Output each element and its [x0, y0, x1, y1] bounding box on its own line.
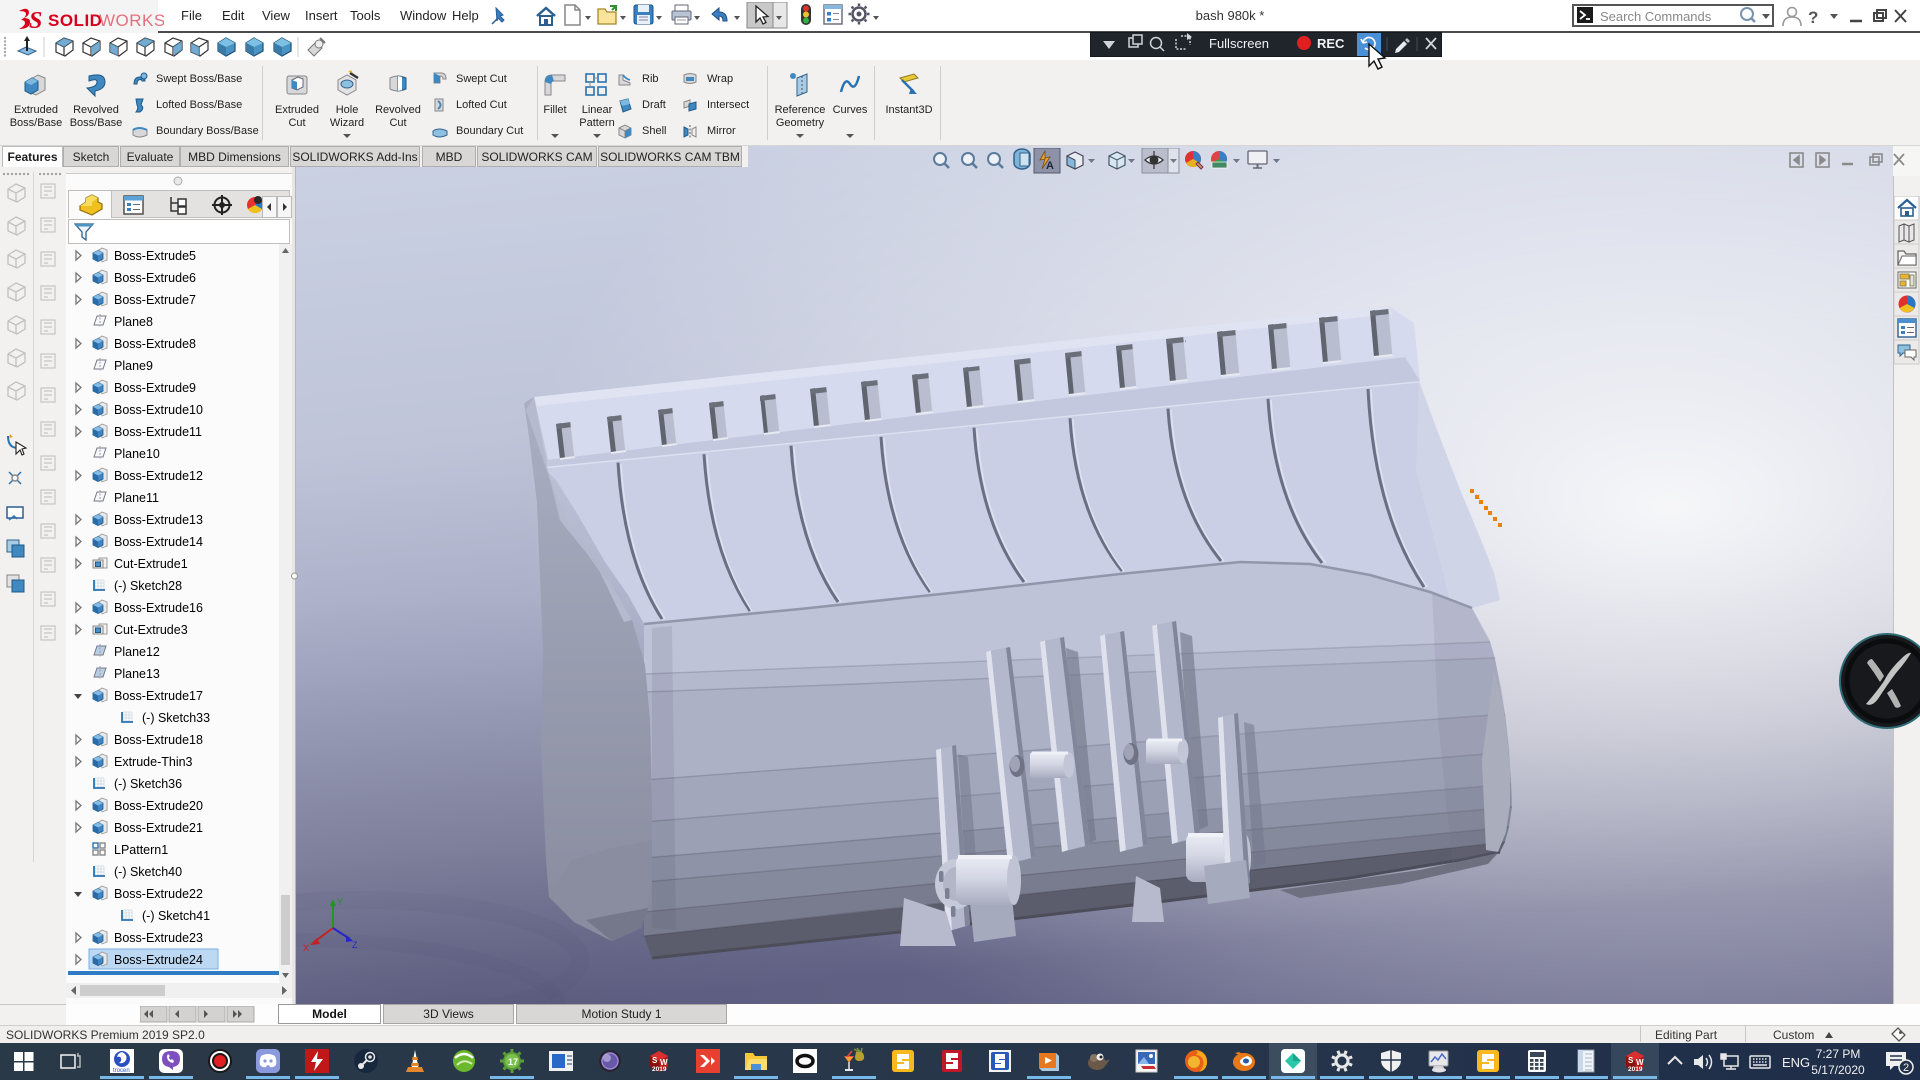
svg-text:Boss-Extrude8: Boss-Extrude8	[114, 337, 196, 351]
svg-text:Boss-Extrude24: Boss-Extrude24	[114, 953, 203, 967]
svg-text:Boss-Extrude20: Boss-Extrude20	[114, 799, 203, 813]
svg-text:2: 2	[1903, 1062, 1909, 1074]
svg-text:Cut-Extrude1: Cut-Extrude1	[114, 557, 188, 571]
svg-text:2019: 2019	[1628, 1066, 1643, 1073]
svg-text:Boss-Extrude21: Boss-Extrude21	[114, 821, 203, 835]
svg-text:(-) Sketch28: (-) Sketch28	[114, 579, 182, 593]
svg-text:Plane8: Plane8	[114, 315, 153, 329]
svg-text:Fullscreen: Fullscreen	[1209, 36, 1269, 51]
svg-text:17: 17	[508, 1057, 518, 1067]
svg-text:(-) Sketch36: (-) Sketch36	[114, 777, 182, 791]
svg-text:(-) Sketch41: (-) Sketch41	[142, 909, 210, 923]
svg-text:A: A	[1046, 160, 1054, 172]
svg-text:Boss-Extrude11: Boss-Extrude11	[114, 425, 202, 439]
svg-text:Cut-Extrude3: Cut-Extrude3	[114, 623, 188, 637]
svg-text:2019: 2019	[652, 1066, 667, 1073]
svg-text:WORKS: WORKS	[99, 11, 164, 30]
svg-text:Plane10: Plane10	[114, 447, 160, 461]
svg-text:Plane13: Plane13	[114, 667, 160, 681]
svg-text:Extrude-Thin3: Extrude-Thin3	[114, 755, 193, 769]
svg-text:S: S	[1628, 1056, 1634, 1065]
svg-text:Boss-Extrude16: Boss-Extrude16	[114, 601, 203, 615]
svg-text:REC: REC	[1317, 36, 1345, 51]
svg-text:Boss-Extrude23: Boss-Extrude23	[114, 931, 203, 945]
svg-text:trocen: trocen	[113, 1068, 130, 1074]
svg-text:LPattern1: LPattern1	[114, 843, 168, 857]
svg-text:(-) Sketch40: (-) Sketch40	[114, 865, 182, 879]
svg-text:Boss-Extrude22: Boss-Extrude22	[114, 887, 203, 901]
svg-text:S: S	[652, 1056, 658, 1065]
svg-text:Plane12: Plane12	[114, 645, 160, 659]
svg-text:Boss-Extrude9: Boss-Extrude9	[114, 381, 196, 395]
svg-text:Plane9: Plane9	[114, 359, 153, 373]
svg-text:S: S	[29, 8, 42, 32]
svg-text:SOLID: SOLID	[48, 11, 102, 30]
svg-text:Boss-Extrude13: Boss-Extrude13	[114, 513, 203, 527]
svg-text:Boss-Extrude14: Boss-Extrude14	[114, 535, 203, 549]
svg-text:x: x	[1476, 492, 1480, 501]
svg-text:?: ?	[1808, 8, 1818, 27]
svg-text:Boss-Extrude12: Boss-Extrude12	[114, 469, 203, 483]
svg-text:Boss-Extrude7: Boss-Extrude7	[114, 293, 196, 307]
svg-text:Boss-Extrude18: Boss-Extrude18	[114, 733, 203, 747]
svg-text:Boss-Extrude10: Boss-Extrude10	[114, 403, 203, 417]
svg-text:Boss-Extrude17: Boss-Extrude17	[114, 689, 203, 703]
svg-text:Boss-Extrude6: Boss-Extrude6	[114, 271, 196, 285]
svg-text:(-) Sketch33: (-) Sketch33	[142, 711, 210, 725]
svg-text:Boss-Extrude5: Boss-Extrude5	[114, 249, 196, 263]
svg-text:Plane11: Plane11	[114, 491, 159, 505]
